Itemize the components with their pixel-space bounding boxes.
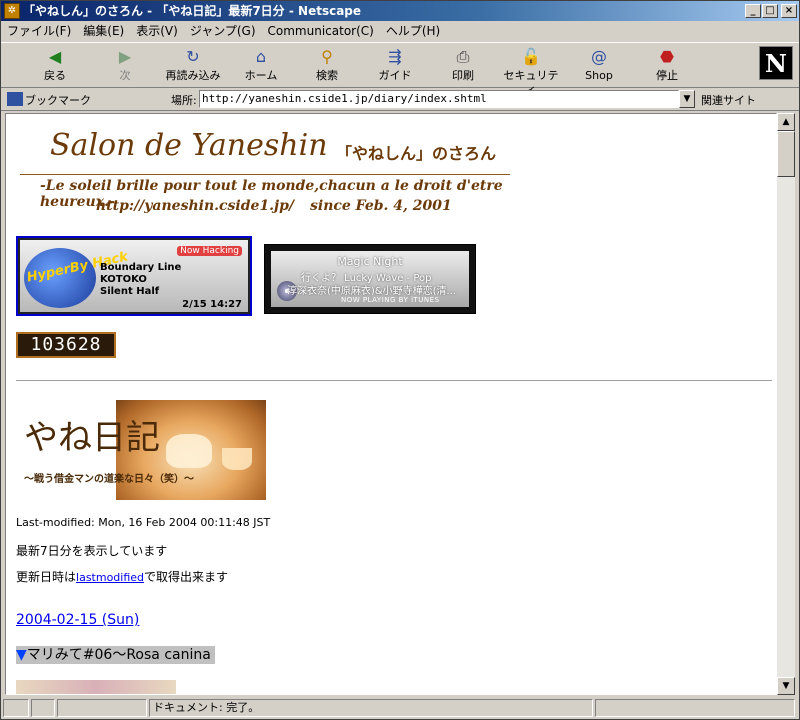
itunes-now-playing-widget[interactable]: Magic Night 行くよ？ Lucky Wave - Pop 淳深衣奈(中… xyxy=(264,244,476,314)
minimize-button[interactable]: _ xyxy=(745,4,761,18)
menu-help[interactable]: ヘルプ(H) xyxy=(380,21,446,41)
netscape-app-icon[interactable]: ✲ xyxy=(4,3,20,19)
stop-icon: ⬣ xyxy=(660,47,674,66)
status-bar: ドキュメント: 完了。 xyxy=(1,697,799,719)
bookmark-icon[interactable] xyxy=(7,92,23,106)
window-title: 「やねしん」のさろん - 「やね日記」最新7日分 - Netscape xyxy=(23,4,362,18)
menu-edit[interactable]: 編集(E) xyxy=(77,21,130,41)
itunes-line3: 淳深衣奈(中原麻衣)&小野寺樺恋(清... xyxy=(287,286,457,297)
related-sites-button[interactable]: 関連サイト xyxy=(701,92,756,108)
track-album: Silent Half xyxy=(100,286,160,297)
diary-logo-subtitle: 〜戦う借金マンの道楽な日々（笑）〜 xyxy=(24,474,194,485)
printer-icon: ⎙ xyxy=(456,47,470,66)
status-text: ドキュメント: 完了。 xyxy=(149,699,593,717)
back-arrow-icon: ◀ xyxy=(48,47,62,66)
component-bar[interactable] xyxy=(595,699,795,717)
guide-icon: ⇶ xyxy=(388,47,402,66)
diary-logo-title: やね日記 xyxy=(24,418,160,458)
location-label: 場所: xyxy=(171,94,197,107)
menu-bar: ファイル(F) 編集(E) 表示(V) ジャンプ(G) Communicator(C) ヘ… xyxy=(1,21,799,41)
horizontal-rule xyxy=(16,380,772,382)
now-hacking-widget[interactable]: HyperBy Hack Now Hacking Boundary Line K… xyxy=(16,236,252,316)
navigation-toolbar: ◀戻る ▶次 ↻再読み込み ⌂ホーム ⚲検索 ⇶ガイド ⎙印刷 🔓セキュリティ … xyxy=(1,42,799,96)
entry-image xyxy=(16,680,176,694)
home-icon: ⌂ xyxy=(255,47,267,66)
forward-arrow-icon: ▶ xyxy=(118,47,132,66)
forward-button[interactable]: ▶ 次 xyxy=(95,45,155,87)
itunes-footer: NOW PLAYING BY iTUNES xyxy=(341,296,440,304)
shop-icon: @ xyxy=(591,47,607,66)
track-title: Boundary Line xyxy=(100,262,182,273)
hacking-time: 2/15 14:27 xyxy=(182,299,242,310)
security-button[interactable]: 🔓セキュリティ xyxy=(501,45,561,96)
home-button[interactable]: ⌂ ホーム xyxy=(231,45,291,87)
guide-button[interactable]: ⇶ ガイド xyxy=(365,45,425,87)
itunes-song: Magic Night xyxy=(337,255,403,268)
page-content: Salon de Yaneshin 「やねしん」のさろん -Le soleil … xyxy=(5,113,777,695)
search-icon: ⚲ xyxy=(321,47,333,66)
netscape-logo[interactable]: N xyxy=(759,46,793,80)
search-button[interactable]: ⚲ 検索 xyxy=(297,45,357,87)
shop-button[interactable]: @ Shop xyxy=(569,45,629,87)
reload-button[interactable]: ↻ 再読み込み xyxy=(163,45,223,87)
stop-button[interactable]: ⬣ 停止 xyxy=(637,45,697,87)
track-artist: KOTOKO xyxy=(100,274,147,285)
menu-communicator[interactable]: Communicator(C) xyxy=(262,21,380,41)
now-hacking-badge: Now Hacking xyxy=(177,246,242,256)
entry-date-link[interactable]: 2004-02-15 (Sun) xyxy=(16,612,139,628)
menu-file[interactable]: ファイル(F) xyxy=(1,21,77,41)
reload-icon: ↻ xyxy=(186,47,200,66)
menu-view[interactable]: 表示(V) xyxy=(130,21,184,41)
banner-title: Salon de Yaneshin xyxy=(50,128,328,163)
browser-window: ✲ 「やねしん」のさろん - 「やね日記」最新7日分 - Netscape _ … xyxy=(0,0,800,720)
bookmarks-button[interactable]: ブックマーク xyxy=(25,92,91,108)
close-button[interactable]: × xyxy=(781,4,797,18)
last-modified: Last-modified: Mon, 16 Feb 2004 00:11:48… xyxy=(16,516,271,529)
update-notice: 更新日時はlastmodifiedで取得出来ます xyxy=(16,570,229,584)
lock-icon: 🔓 xyxy=(521,47,541,66)
banner-divider xyxy=(20,174,510,175)
back-button[interactable]: ◀ 戻る xyxy=(25,45,85,87)
diary-logo: やね日記 〜戦う借金マンの道楽な日々（笑）〜 xyxy=(16,400,268,504)
visitor-counter: 103628 xyxy=(16,332,116,358)
location-bar: ブックマーク 場所: http://yaneshin.cside1.jp/dia… xyxy=(1,89,799,111)
scroll-up-button[interactable]: ▲ xyxy=(777,113,795,131)
teacup-shape xyxy=(222,448,252,470)
url-dropdown-button[interactable]: ▼ xyxy=(679,90,695,108)
title-bar[interactable]: ✲ 「やねしん」のさろん - 「やね日記」最新7日分 - Netscape _ … xyxy=(1,1,799,21)
showing-notice: 最新7日分を表示しています xyxy=(16,544,168,558)
security-status-icon[interactable] xyxy=(3,699,29,717)
entry-title: ▼マリみて#06〜Rosa canina xyxy=(16,646,215,664)
banner-title-jp: 「やねしん」のさろん xyxy=(336,144,497,163)
entry-marker-icon[interactable]: ▼ xyxy=(16,647,27,663)
vertical-scrollbar[interactable]: ▲ ▼ xyxy=(777,113,795,695)
connection-status-icon xyxy=(31,699,55,717)
teapot-shape xyxy=(166,434,212,468)
menu-go[interactable]: ジャンプ(G) xyxy=(184,21,262,41)
maximize-button[interactable]: □ xyxy=(762,4,778,18)
scroll-down-button[interactable]: ▼ xyxy=(777,677,795,695)
print-button[interactable]: ⎙ 印刷 xyxy=(433,45,493,87)
progress-cell xyxy=(57,699,147,717)
banner-since: since Feb. 4, 2001 xyxy=(310,198,452,214)
url-input[interactable]: http://yaneshin.cside1.jp/diary/index.sh… xyxy=(199,90,679,108)
lastmodified-link[interactable]: lastmodified xyxy=(76,571,144,584)
banner-url: http://yaneshin.cside1.jp/ xyxy=(96,198,295,214)
scroll-thumb[interactable] xyxy=(777,131,795,177)
site-banner[interactable]: Salon de Yaneshin 「やねしん」のさろん -Le soleil … xyxy=(20,126,514,218)
